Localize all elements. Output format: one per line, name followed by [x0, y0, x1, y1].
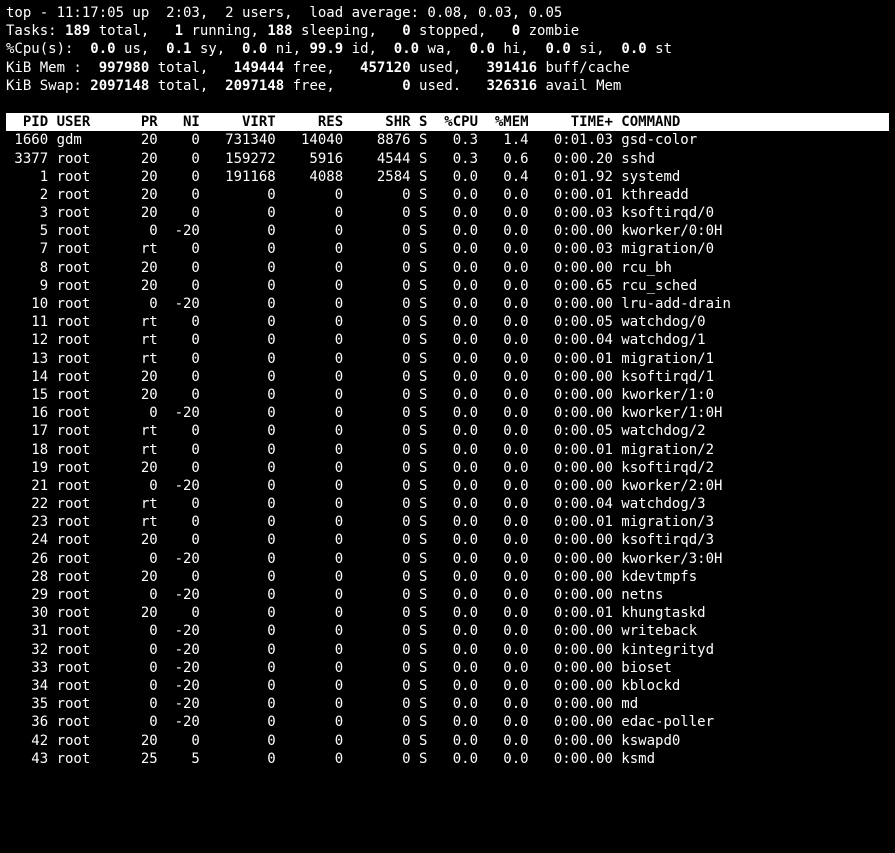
summary-cpu: %Cpu(s): 0.0 us, 0.1 sy, 0.0 ni, 99.9 id…: [6, 40, 889, 58]
process-row[interactable]: 14 root 20 0 0 0 0 S 0.0 0.0 0:00.00 kso…: [6, 368, 889, 386]
summary-mem: KiB Mem : 997980 total, 149444 free, 457…: [6, 59, 889, 77]
process-row[interactable]: 23 root rt 0 0 0 0 S 0.0 0.0 0:00.01 mig…: [6, 513, 889, 531]
process-row[interactable]: 8 root 20 0 0 0 0 S 0.0 0.0 0:00.00 rcu_…: [6, 259, 889, 277]
process-row[interactable]: 33 root 0 -20 0 0 0 S 0.0 0.0 0:00.00 bi…: [6, 659, 889, 677]
process-row[interactable]: 28 root 20 0 0 0 0 S 0.0 0.0 0:00.00 kde…: [6, 568, 889, 586]
process-row[interactable]: 18 root rt 0 0 0 0 S 0.0 0.0 0:00.01 mig…: [6, 441, 889, 459]
process-row[interactable]: 29 root 0 -20 0 0 0 S 0.0 0.0 0:00.00 ne…: [6, 586, 889, 604]
process-header[interactable]: PID USER PR NI VIRT RES SHR S %CPU %MEM …: [6, 113, 889, 131]
process-row[interactable]: 21 root 0 -20 0 0 0 S 0.0 0.0 0:00.00 kw…: [6, 477, 889, 495]
process-row[interactable]: 19 root 20 0 0 0 0 S 0.0 0.0 0:00.00 kso…: [6, 459, 889, 477]
blank-line: [6, 95, 889, 113]
process-row[interactable]: 15 root 20 0 0 0 0 S 0.0 0.0 0:00.00 kwo…: [6, 386, 889, 404]
summary-tasks: Tasks: 189 total, 1 running, 188 sleepin…: [6, 22, 889, 40]
process-row[interactable]: 30 root 20 0 0 0 0 S 0.0 0.0 0:00.01 khu…: [6, 604, 889, 622]
process-row[interactable]: 17 root rt 0 0 0 0 S 0.0 0.0 0:00.05 wat…: [6, 422, 889, 440]
process-row[interactable]: 3 root 20 0 0 0 0 S 0.0 0.0 0:00.03 ksof…: [6, 204, 889, 222]
process-row[interactable]: 24 root 20 0 0 0 0 S 0.0 0.0 0:00.00 kso…: [6, 531, 889, 549]
process-row[interactable]: 34 root 0 -20 0 0 0 S 0.0 0.0 0:00.00 kb…: [6, 677, 889, 695]
process-row[interactable]: 10 root 0 -20 0 0 0 S 0.0 0.0 0:00.00 lr…: [6, 295, 889, 313]
process-row[interactable]: 42 root 20 0 0 0 0 S 0.0 0.0 0:00.00 ksw…: [6, 732, 889, 750]
process-row[interactable]: 35 root 0 -20 0 0 0 S 0.0 0.0 0:00.00 md: [6, 695, 889, 713]
process-row[interactable]: 43 root 25 5 0 0 0 S 0.0 0.0 0:00.00 ksm…: [6, 750, 889, 768]
process-row[interactable]: 9 root 20 0 0 0 0 S 0.0 0.0 0:00.65 rcu_…: [6, 277, 889, 295]
process-row[interactable]: 12 root rt 0 0 0 0 S 0.0 0.0 0:00.04 wat…: [6, 331, 889, 349]
process-row[interactable]: 22 root rt 0 0 0 0 S 0.0 0.0 0:00.04 wat…: [6, 495, 889, 513]
process-row[interactable]: 36 root 0 -20 0 0 0 S 0.0 0.0 0:00.00 ed…: [6, 713, 889, 731]
process-row[interactable]: 31 root 0 -20 0 0 0 S 0.0 0.0 0:00.00 wr…: [6, 622, 889, 640]
process-row[interactable]: 5 root 0 -20 0 0 0 S 0.0 0.0 0:00.00 kwo…: [6, 222, 889, 240]
process-row[interactable]: 16 root 0 -20 0 0 0 S 0.0 0.0 0:00.00 kw…: [6, 404, 889, 422]
process-row[interactable]: 1660 gdm 20 0 731340 14040 8876 S 0.3 1.…: [6, 131, 889, 149]
process-row[interactable]: 1 root 20 0 191168 4088 2584 S 0.0 0.4 0…: [6, 168, 889, 186]
process-row[interactable]: 2 root 20 0 0 0 0 S 0.0 0.0 0:00.01 kthr…: [6, 186, 889, 204]
process-row[interactable]: 11 root rt 0 0 0 0 S 0.0 0.0 0:00.05 wat…: [6, 313, 889, 331]
summary-swap: KiB Swap: 2097148 total, 2097148 free, 0…: [6, 77, 889, 95]
process-row[interactable]: 3377 root 20 0 159272 5916 4544 S 0.3 0.…: [6, 150, 889, 168]
process-row[interactable]: 32 root 0 -20 0 0 0 S 0.0 0.0 0:00.00 ki…: [6, 641, 889, 659]
process-row[interactable]: 7 root rt 0 0 0 0 S 0.0 0.0 0:00.03 migr…: [6, 240, 889, 258]
summary-uptime: top - 11:17:05 up 2:03, 2 users, load av…: [6, 4, 889, 22]
process-row[interactable]: 26 root 0 -20 0 0 0 S 0.0 0.0 0:00.00 kw…: [6, 550, 889, 568]
terminal-output[interactable]: top - 11:17:05 up 2:03, 2 users, load av…: [0, 0, 895, 772]
process-row[interactable]: 13 root rt 0 0 0 0 S 0.0 0.0 0:00.01 mig…: [6, 350, 889, 368]
